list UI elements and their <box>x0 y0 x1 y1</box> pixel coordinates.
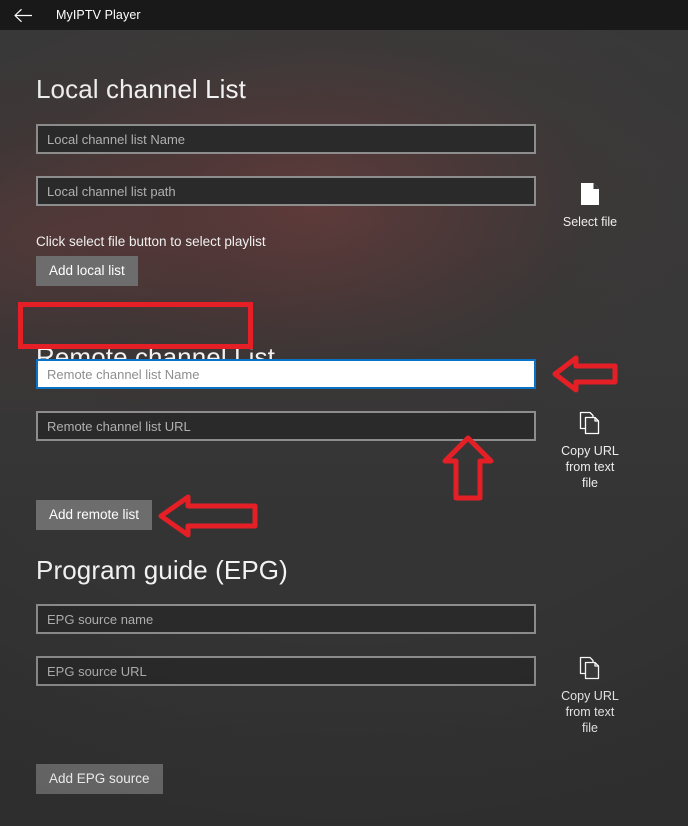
copy-pages-icon <box>579 411 601 439</box>
add-remote-list-button[interactable]: Add remote list <box>36 500 153 530</box>
copy-remote-url-from-file-button[interactable]: Copy URL from text file <box>547 411 633 491</box>
remote-channel-list-name-input[interactable] <box>36 359 536 389</box>
local-select-file-hint: Click select file button to select playl… <box>36 234 266 249</box>
title-bar: MyIPTV Player <box>0 0 688 30</box>
remote-channel-list-url-input[interactable] <box>36 411 536 441</box>
select-file-button[interactable]: Select file <box>547 182 633 230</box>
add-epg-source-button[interactable]: Add EPG source <box>36 764 163 794</box>
add-local-list-button[interactable]: Add local list <box>36 256 138 286</box>
epg-source-name-input[interactable] <box>36 604 536 634</box>
copy-remote-url-label: Copy URL from text file <box>561 444 619 490</box>
app-title: MyIPTV Player <box>56 8 141 22</box>
local-channel-list-heading: Local channel List <box>36 74 246 104</box>
settings-page: Local channel List Click select file but… <box>0 30 688 826</box>
back-arrow-icon[interactable] <box>0 0 46 30</box>
settings-content: Local channel List Click select file but… <box>0 30 688 826</box>
local-channel-list-name-input[interactable] <box>36 124 536 154</box>
copy-pages-icon <box>579 656 601 684</box>
copy-epg-url-label: Copy URL from text file <box>561 689 619 735</box>
document-page-icon <box>580 182 600 210</box>
local-channel-list-path-input[interactable] <box>36 176 536 206</box>
app-window: MyIPTV Player Local channel List Click s… <box>0 0 688 826</box>
copy-epg-url-from-file-button[interactable]: Copy URL from text file <box>547 656 633 736</box>
epg-source-url-input[interactable] <box>36 656 536 686</box>
epg-heading: Program guide (EPG) <box>36 555 288 585</box>
select-file-label: Select file <box>562 215 618 229</box>
